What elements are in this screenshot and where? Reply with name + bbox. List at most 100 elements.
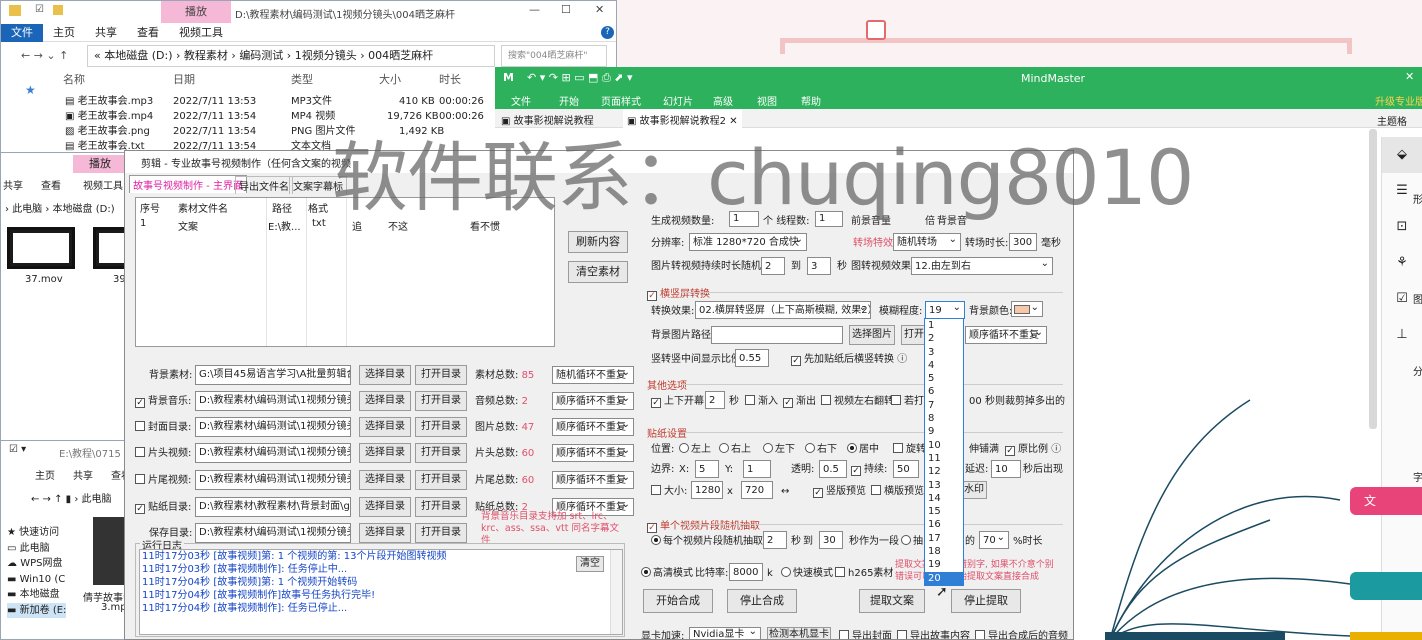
- swap-icon[interactable]: ↔: [781, 485, 789, 499]
- persist-input[interactable]: 50: [893, 460, 919, 478]
- format-icon[interactable]: ⬙: [1382, 137, 1422, 173]
- blur-option[interactable]: 4: [925, 359, 963, 372]
- delay-input[interactable]: 10: [991, 460, 1021, 478]
- convert-select[interactable]: 02.横屏转竖屏（上下高斯模糊, 效果2）: [695, 301, 871, 319]
- flip-checkbox[interactable]: [821, 395, 831, 405]
- select-dir-button[interactable]: 选择目录: [359, 417, 411, 437]
- transition-select[interactable]: 随机转场: [893, 233, 961, 251]
- bgimg-path-input[interactable]: [711, 326, 843, 344]
- margin-y-input[interactable]: 1: [743, 460, 771, 478]
- crumb[interactable]: 1视频分镜头: [295, 49, 357, 62]
- select-dir-button[interactable]: 选择目录: [359, 523, 411, 543]
- main-topic-bar[interactable]: [1105, 632, 1285, 640]
- select-image-button[interactable]: 选择图片: [849, 325, 895, 345]
- image-icon[interactable]: ⊡: [1382, 209, 1422, 245]
- height-input[interactable]: 720: [741, 481, 773, 499]
- out-audio-checkbox[interactable]: [975, 630, 985, 639]
- doc-tab[interactable]: ▣ 故事影视解说教程: [501, 112, 594, 127]
- log-box[interactable]: 11时17分03秒 [故事视频]第: 1 个视频的第: 13个片段开始图转视频 …: [139, 549, 623, 635]
- select-dir-button[interactable]: 选择目录: [359, 443, 411, 463]
- ratio-input[interactable]: 0.55: [735, 349, 769, 367]
- quality-radio[interactable]: [641, 567, 651, 577]
- select-dir-button[interactable]: 选择目录: [359, 470, 411, 490]
- bg-mode-select[interactable]: 顺序循环不重复: [965, 326, 1047, 344]
- open-dir-button[interactable]: 打开目录: [415, 417, 467, 437]
- select-dir-button[interactable]: 选择目录: [359, 391, 411, 411]
- dir-path-input[interactable]: D:\教程素材\教程素材\背景封面\gif: [195, 497, 351, 517]
- extract-radio[interactable]: [901, 535, 911, 545]
- each-random-radio[interactable]: [651, 535, 661, 545]
- quick-tools[interactable]: ↶ ▾ ↷ ⊞ ▭ ⬒ ⎙ ⬈ ▾: [527, 71, 632, 85]
- blur-option[interactable]: 19: [925, 558, 963, 571]
- clear-material-button[interactable]: 清空素材: [568, 261, 628, 283]
- pos-top-right-radio[interactable]: [719, 443, 729, 453]
- ribbon-share-2[interactable]: 共享: [3, 177, 23, 192]
- menu-file[interactable]: 文件: [511, 93, 531, 108]
- stop-extract-button[interactable]: 停止提取: [951, 589, 1021, 613]
- ribbon-share-3[interactable]: 共享: [73, 467, 93, 482]
- random-min-input[interactable]: 2: [763, 531, 787, 549]
- width-input[interactable]: 1280: [691, 481, 723, 499]
- nav-arrows[interactable]: ← → ⌄ ↑: [21, 49, 68, 62]
- menu-advanced[interactable]: 高级: [713, 93, 733, 108]
- mm-scrollbar[interactable]: [1369, 129, 1377, 429]
- close-icon[interactable]: ✕: [595, 3, 604, 16]
- close-icon[interactable]: ✕: [1405, 70, 1414, 83]
- tab-export-name[interactable]: 导出文件名: [235, 176, 293, 194]
- help-icon[interactable]: ?: [601, 26, 614, 39]
- watermark-button[interactable]: 水印: [961, 481, 987, 499]
- topic-node[interactable]: [1350, 632, 1422, 640]
- maximize-icon[interactable]: ☐: [561, 3, 571, 16]
- size-checkbox[interactable]: [651, 485, 661, 495]
- blur-option[interactable]: 7: [925, 399, 963, 412]
- ribbon-view[interactable]: 查看: [127, 24, 169, 42]
- dir-path-input[interactable]: D:\教程素材\编码测试\1视频分镜头\00: [195, 417, 351, 437]
- ribbon-video-tools[interactable]: 视频工具: [169, 24, 233, 42]
- pos-bottom-left-radio[interactable]: [763, 443, 773, 453]
- margin-x-input[interactable]: 5: [695, 460, 719, 478]
- crumb[interactable]: 本地磁盘 (D:): [104, 49, 172, 62]
- gpu-select[interactable]: Nvidia显卡: [689, 627, 761, 639]
- menu-start[interactable]: 开始: [559, 93, 579, 108]
- ribbon-view-2[interactable]: 查看: [41, 177, 61, 192]
- mm-titlebar[interactable]: M ↶ ▾ ↷ ⊞ ▭ ⬒ ⎙ ⬈ ▾ MindMaster ✕: [495, 67, 1422, 90]
- menu-help[interactable]: 帮助: [801, 93, 821, 108]
- upgrade-link[interactable]: 升级专业版: [1375, 93, 1422, 108]
- fade-out-checkbox[interactable]: ✓: [783, 398, 793, 408]
- ribbon-home-3[interactable]: 主页: [35, 467, 55, 482]
- video-thumbnail[interactable]: [93, 227, 127, 269]
- blur-option[interactable]: 10: [925, 439, 963, 452]
- open-dir-button[interactable]: 打开目录: [415, 443, 467, 463]
- bgcolor-select[interactable]: [1011, 301, 1043, 317]
- explorer1-titlebar[interactable]: ☑ 播放 D:\教程素材\编码测试\1视频分镜头\004晒芝麻杆 — ☐ ✕: [1, 1, 616, 23]
- start-compose-button[interactable]: 开始合成: [643, 589, 713, 613]
- loop-mode-select[interactable]: 顺序循环不重复: [552, 392, 634, 410]
- loop-mode-select[interactable]: 顺序循环不重复: [552, 418, 634, 436]
- log-clear-button[interactable]: 清空: [576, 556, 604, 572]
- dir-path-input[interactable]: D:\教程素材\编码测试\1视频分镜头\测: [195, 443, 351, 463]
- ribbon-share[interactable]: 共享: [85, 24, 127, 42]
- dir-path-input[interactable]: D:\教程素材\编码测试\1视频分镜头\测: [195, 391, 351, 411]
- blur-option[interactable]: 9: [925, 425, 963, 438]
- blur-option[interactable]: 16: [925, 518, 963, 531]
- loop-mode-select[interactable]: 顺序循环不重复: [552, 444, 634, 462]
- topic-node[interactable]: 文: [1350, 487, 1422, 515]
- minimize-icon[interactable]: —: [529, 3, 540, 16]
- blur-option[interactable]: 3: [925, 346, 963, 359]
- persist-checkbox[interactable]: ✓: [851, 466, 861, 476]
- dir-row-checkbox[interactable]: ✓: [135, 398, 145, 408]
- pos-top-left-radio[interactable]: [679, 443, 689, 453]
- clipart-icon[interactable]: ⚘: [1382, 245, 1422, 281]
- select-dir-button[interactable]: 选择目录: [359, 497, 411, 517]
- blur-option[interactable]: 11: [925, 452, 963, 465]
- blur-select[interactable]: 19: [925, 301, 965, 319]
- topic-node[interactable]: [1350, 572, 1422, 600]
- ribbon-file[interactable]: 文件: [1, 24, 43, 42]
- blur-option[interactable]: 2: [925, 332, 963, 345]
- blur-option[interactable]: 1: [925, 319, 963, 332]
- img-dur-min-input[interactable]: 2: [761, 257, 785, 275]
- crumb[interactable]: 教程素材: [184, 49, 228, 62]
- img-dur-max-input[interactable]: 3: [807, 257, 831, 275]
- video-thumbnail[interactable]: [93, 517, 127, 585]
- dir-row-checkbox[interactable]: [135, 474, 145, 484]
